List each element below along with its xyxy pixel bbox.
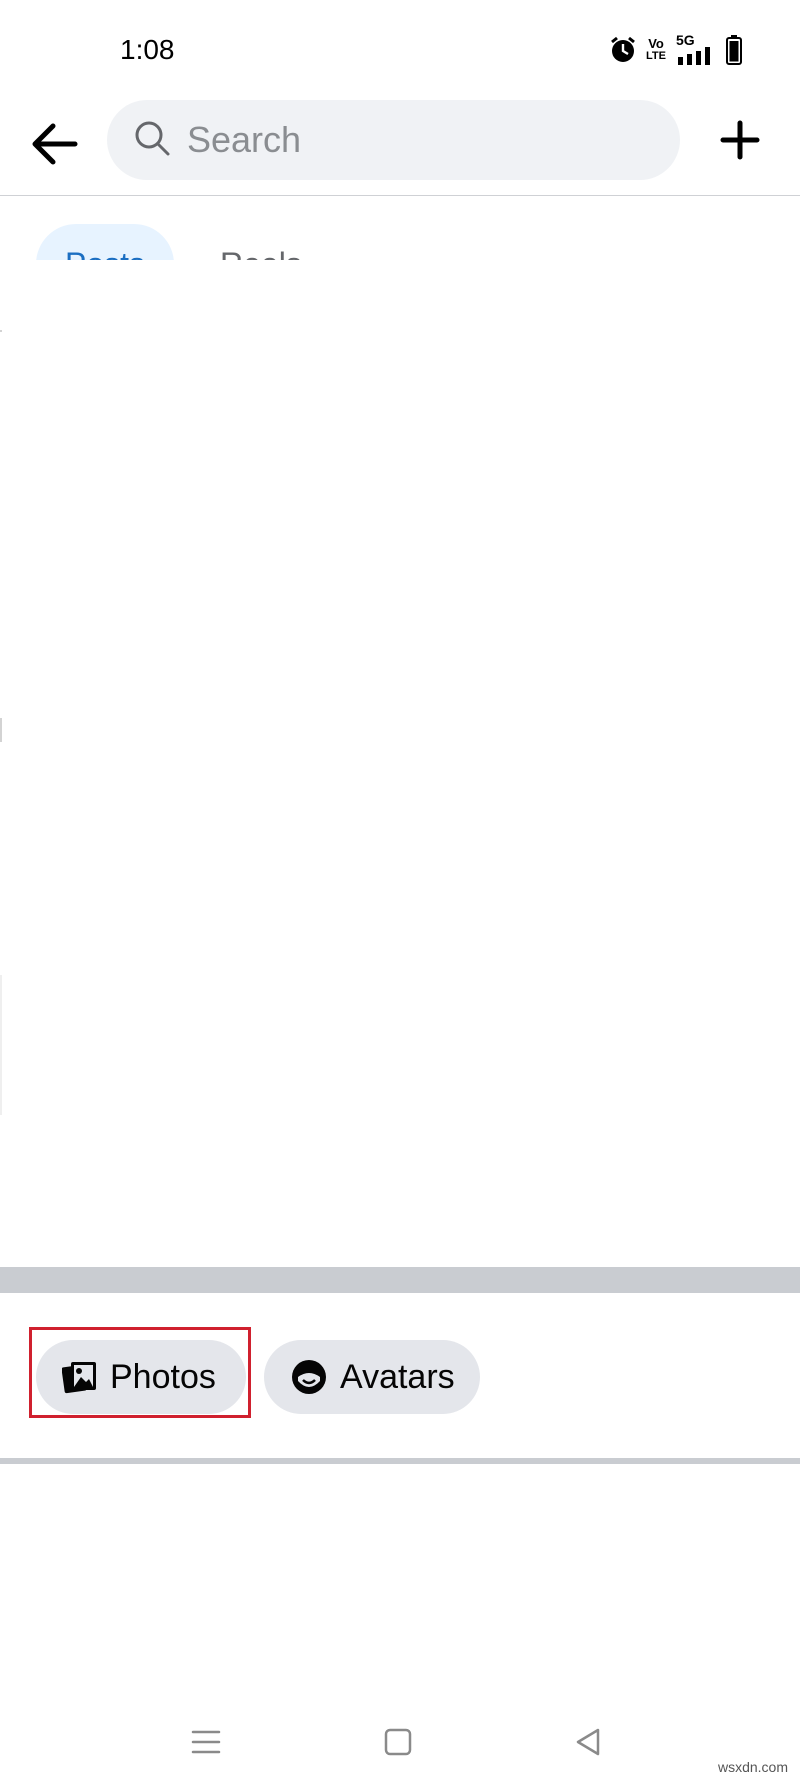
- avatars-button[interactable]: Avatars: [264, 1340, 480, 1414]
- back-nav-button[interactable]: [566, 1722, 610, 1766]
- search-input[interactable]: [187, 119, 647, 161]
- volte-bottom-label: LTE: [646, 49, 666, 62]
- section-divider: [0, 1267, 800, 1293]
- avatar-icon: [290, 1359, 328, 1395]
- content-divider: [0, 1458, 800, 1464]
- watermark: wsxdn.com: [717, 1759, 788, 1775]
- status-bar: 1:08 Vo LTE 5G: [0, 0, 800, 96]
- battery-icon: [726, 34, 742, 65]
- photos-highlight-box: [29, 1327, 251, 1418]
- edge-mark: [0, 330, 2, 332]
- top-bar: [0, 96, 800, 196]
- network-label: 5G: [676, 32, 695, 48]
- back-arrow-icon: [29, 122, 79, 171]
- back-button[interactable]: [22, 114, 86, 178]
- edge-mark: [0, 718, 2, 742]
- search-box[interactable]: [107, 100, 680, 180]
- system-nav-bar: [0, 1700, 800, 1787]
- status-time: 1:08: [120, 34, 175, 65]
- volte-top-label: Vo: [648, 35, 664, 51]
- home-button[interactable]: [376, 1722, 420, 1766]
- signal-icon: 5G: [676, 32, 716, 65]
- search-icon: [133, 119, 171, 162]
- back-triangle-icon: [573, 1727, 603, 1762]
- alarm-icon: [610, 36, 636, 64]
- menu-icon: [191, 1728, 221, 1761]
- add-button[interactable]: [708, 110, 772, 174]
- posts-content-area: [0, 260, 800, 1268]
- status-icons: Vo LTE 5G: [610, 32, 742, 65]
- home-square-icon: [383, 1727, 413, 1762]
- avatars-label: Avatars: [340, 1357, 455, 1396]
- menu-button[interactable]: [184, 1722, 228, 1766]
- plus-icon: [720, 120, 760, 165]
- edge-mark: [0, 975, 2, 1115]
- volte-icon: Vo LTE: [646, 37, 666, 63]
